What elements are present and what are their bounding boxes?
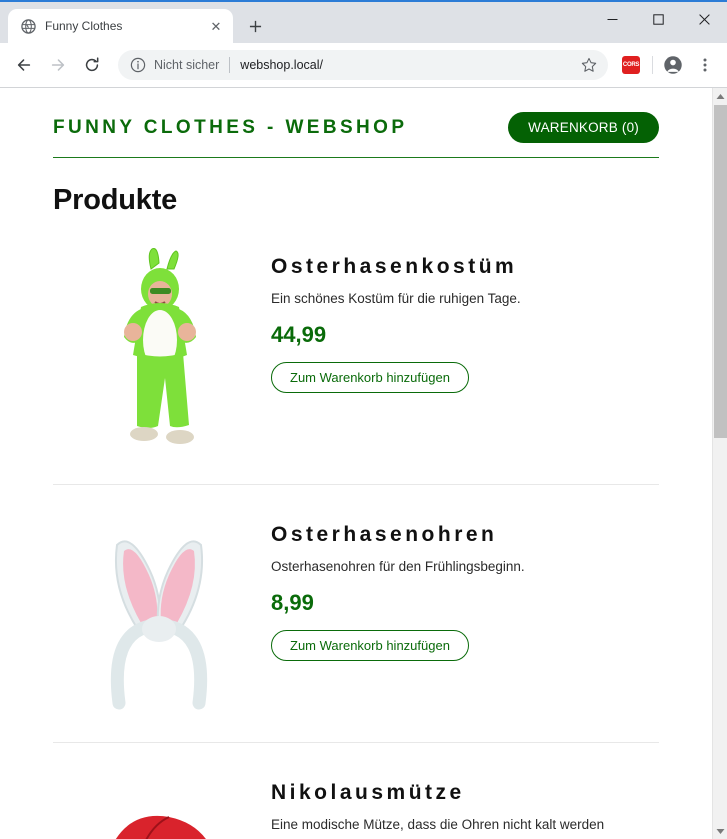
browser-menu-icon[interactable] xyxy=(691,51,719,79)
security-status-label: Nicht sicher xyxy=(154,58,220,72)
info-circle-icon[interactable] xyxy=(130,57,146,73)
product-price: 8,99 xyxy=(271,590,314,615)
product-name: Osterhasenkostüm xyxy=(271,255,518,278)
toolbar-divider xyxy=(652,56,653,74)
product-image[interactable] xyxy=(53,511,271,718)
product-details: Osterhasenkostüm Ein schönes Kostüm für … xyxy=(271,243,659,393)
product-row: Osterhasenkostüm Ein schönes Kostüm für … xyxy=(53,217,659,485)
back-icon[interactable] xyxy=(8,49,40,81)
pink-bunny-ears-headband-photo xyxy=(67,513,257,718)
scroll-up-icon[interactable] xyxy=(713,88,727,104)
page-viewport: FUNNY CLOTHES - WEBSHOP WARENKORB (0) Pr… xyxy=(0,87,727,839)
product-image[interactable] xyxy=(53,243,271,460)
product-description: Eine modische Mütze, dass die Ohren nich… xyxy=(271,817,605,832)
scrollbar-thumb[interactable] xyxy=(714,105,727,438)
browser-toolbar: Nicht sicher webshop.local/ CORS xyxy=(0,43,727,87)
tab-title: Funny Clothes xyxy=(45,19,123,33)
url-text[interactable]: webshop.local/ xyxy=(240,58,568,72)
page-content: FUNNY CLOTHES - WEBSHOP WARENKORB (0) Pr… xyxy=(50,88,662,839)
product-description: Osterhasenohren für den Frühlingsbeginn. xyxy=(271,559,525,574)
product-row: Osterhasenohren Osterhasenohren für den … xyxy=(53,485,659,743)
product-price: 44,99 xyxy=(271,322,327,347)
close-button[interactable] xyxy=(681,2,727,36)
product-image[interactable] xyxy=(53,769,271,839)
product-details: Nikolausmütze Eine modische Mütze, dass … xyxy=(271,769,659,839)
new-tab-button[interactable] xyxy=(241,12,269,40)
site-header: FUNNY CLOTHES - WEBSHOP WARENKORB (0) xyxy=(53,88,659,158)
page-scrollbar[interactable] xyxy=(712,88,727,839)
profile-account-icon[interactable] xyxy=(659,51,687,79)
reload-icon[interactable] xyxy=(76,49,108,81)
tab-strip: Funny Clothes ✕ xyxy=(0,2,727,43)
omnibox-divider xyxy=(229,57,231,73)
product-name: Nikolausmütze xyxy=(271,781,465,804)
window-controls xyxy=(589,2,727,36)
browser-tab[interactable]: Funny Clothes ✕ xyxy=(8,9,233,43)
product-name: Osterhasenohren xyxy=(271,523,498,546)
cart-button[interactable]: WARENKORB (0) xyxy=(508,112,659,143)
tab-close-icon[interactable]: ✕ xyxy=(207,17,225,35)
page-title: Produkte xyxy=(53,184,178,216)
maximize-button[interactable] xyxy=(635,2,681,36)
product-row: Nikolausmütze Eine modische Mütze, dass … xyxy=(53,743,659,839)
cors-extension-icon[interactable]: CORS xyxy=(622,56,640,74)
scroll-down-icon[interactable] xyxy=(713,823,727,839)
product-description: Ein schönes Kostüm für die ruhigen Tage. xyxy=(271,291,521,306)
address-bar[interactable]: Nicht sicher webshop.local/ xyxy=(118,50,608,80)
red-santa-hat-photo xyxy=(67,771,257,839)
minimize-button[interactable] xyxy=(589,2,635,36)
globe-icon xyxy=(20,18,36,34)
add-to-cart-button[interactable]: Zum Warenkorb hinzufügen xyxy=(271,362,469,393)
page-scroll-area: FUNNY CLOTHES - WEBSHOP WARENKORB (0) Pr… xyxy=(0,88,712,839)
product-details: Osterhasenohren Osterhasenohren für den … xyxy=(271,511,659,661)
forward-icon[interactable] xyxy=(42,49,74,81)
green-bunny-costume-photo xyxy=(67,245,257,460)
browser-window: Funny Clothes ✕ Nicht sicher webshop.loc… xyxy=(0,0,727,839)
add-to-cart-button[interactable]: Zum Warenkorb hinzufügen xyxy=(271,630,469,661)
site-brand-title: FUNNY CLOTHES - WEBSHOP xyxy=(53,116,408,138)
bookmark-star-icon[interactable] xyxy=(576,52,602,78)
